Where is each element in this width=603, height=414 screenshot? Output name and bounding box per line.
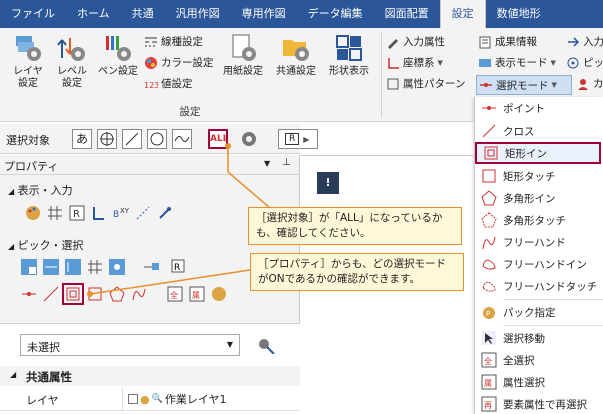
all-callout: ［選択対象］が「ALL」になっているかも、確認してください。 (248, 207, 462, 245)
property-callout: ［プロパティ］からも、どの選択モードがONであるかの確認ができます。 (250, 253, 464, 291)
